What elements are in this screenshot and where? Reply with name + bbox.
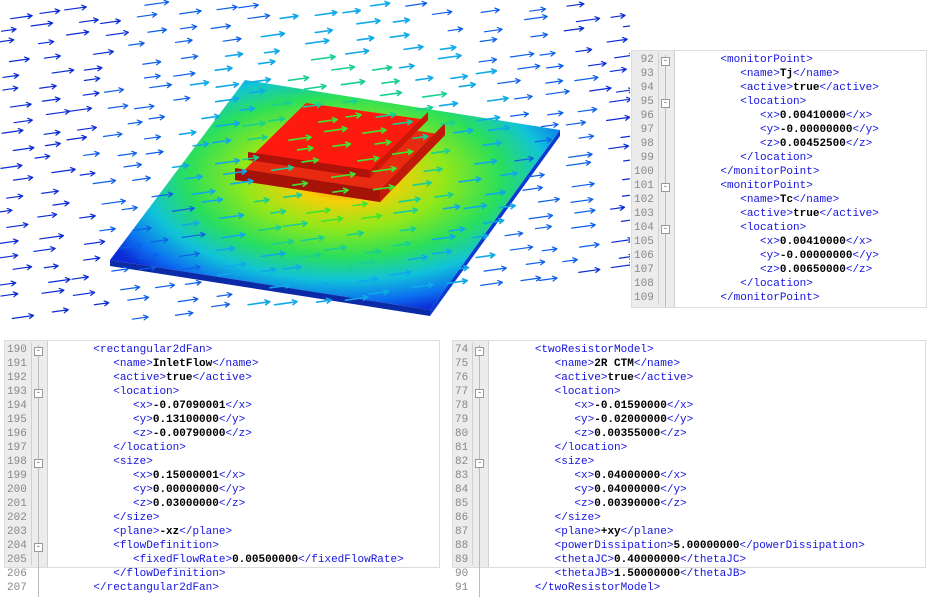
code-panel-two-resistor-model[interactable]: 747576777879808182838485868788899091 ---… <box>452 340 926 568</box>
code-line[interactable]: <y>0.00000000</y> <box>54 483 404 497</box>
code-line[interactable]: <powerDissipation>5.00000000</powerDissi… <box>495 539 865 553</box>
code-line[interactable]: <rectangular2dFan> <box>54 343 404 357</box>
code-line[interactable]: <x>-0.07090001</x> <box>54 399 404 413</box>
code-line[interactable]: <name>Tj</name> <box>681 67 879 81</box>
code-panel-rectangular-fan[interactable]: 1901911921931941951961971981992002012022… <box>4 340 440 568</box>
fold-toggle-icon[interactable]: - <box>34 389 43 398</box>
code-line[interactable]: <monitorPoint> <box>681 179 879 193</box>
code-line[interactable]: <thetaJB>1.50000000</thetaJB> <box>495 567 865 581</box>
code-line[interactable]: <y>-0.02000000</y> <box>495 413 865 427</box>
code-line[interactable]: </location> <box>681 151 879 165</box>
code-panel-monitor-points[interactable]: 9293949596979899100101102103104105106107… <box>631 50 927 308</box>
code-line[interactable]: <active>true</active> <box>495 371 865 385</box>
code-line[interactable]: <active>true</active> <box>681 207 879 221</box>
code-line[interactable]: <flowDefinition> <box>54 539 404 553</box>
code-line[interactable]: <plane>-xz</plane> <box>54 525 404 539</box>
code-line[interactable]: <y>0.13100000</y> <box>54 413 404 427</box>
code-line[interactable]: <fixedFlowRate>0.00500000</fixedFlowRate… <box>54 553 404 567</box>
fold-toggle-icon[interactable]: - <box>34 347 43 356</box>
code-body[interactable]: <rectangular2dFan> <name>InletFlow</name… <box>48 341 410 567</box>
fold-toggle-icon[interactable]: - <box>661 99 670 108</box>
code-line[interactable]: <name>2R CTM</name> <box>495 357 865 371</box>
code-line[interactable]: <z>0.00650000</z> <box>681 263 879 277</box>
simulation-viewport[interactable] <box>0 0 630 330</box>
code-line[interactable]: <active>true</active> <box>681 81 879 95</box>
fold-toggle-icon[interactable]: - <box>661 183 670 192</box>
gutter: 1901911921931941951961971981992002012022… <box>5 341 48 567</box>
code-line[interactable]: </rectangular2dFan> <box>54 581 404 595</box>
code-line[interactable]: <monitorPoint> <box>681 53 879 67</box>
fold-toggle-icon[interactable]: - <box>475 459 484 468</box>
gutter: 9293949596979899100101102103104105106107… <box>632 51 675 307</box>
code-line[interactable]: <x>0.04000000</x> <box>495 469 865 483</box>
code-line[interactable]: <y>-0.00000000</y> <box>681 249 879 263</box>
code-line[interactable]: </monitorPoint> <box>681 291 879 305</box>
code-line[interactable]: <size> <box>495 455 865 469</box>
fold-toggle-icon[interactable]: - <box>475 347 484 356</box>
code-line[interactable]: <x>0.15000001</x> <box>54 469 404 483</box>
code-line[interactable]: <location> <box>681 95 879 109</box>
code-line[interactable]: <y>0.04000000</y> <box>495 483 865 497</box>
code-line[interactable]: <z>0.00452500</z> <box>681 137 879 151</box>
code-line[interactable]: <name>InletFlow</name> <box>54 357 404 371</box>
code-line[interactable]: <location> <box>54 385 404 399</box>
code-line[interactable]: <active>true</active> <box>54 371 404 385</box>
fold-toggle-icon[interactable]: - <box>661 225 670 234</box>
code-line[interactable]: </flowDefinition> <box>54 567 404 581</box>
code-line[interactable]: <plane>+xy</plane> <box>495 525 865 539</box>
fold-toggle-icon[interactable]: - <box>661 57 670 66</box>
code-line[interactable]: <x>0.00410000</x> <box>681 109 879 123</box>
fold-toggle-icon[interactable]: - <box>34 459 43 468</box>
code-line[interactable]: <y>-0.00000000</y> <box>681 123 879 137</box>
fold-toggle-icon[interactable]: - <box>475 389 484 398</box>
code-line[interactable]: </location> <box>681 277 879 291</box>
code-body[interactable]: <monitorPoint> <name>Tj</name> <active>t… <box>675 51 885 307</box>
code-line[interactable]: <z>0.00390000</z> <box>495 497 865 511</box>
gutter: 747576777879808182838485868788899091 --- <box>453 341 489 567</box>
code-line[interactable]: <x>0.00410000</x> <box>681 235 879 249</box>
code-line[interactable]: <location> <box>495 385 865 399</box>
code-line[interactable]: </size> <box>54 511 404 525</box>
simulation-render <box>0 0 630 330</box>
code-line[interactable]: </location> <box>54 441 404 455</box>
code-line[interactable]: <z>-0.00790000</z> <box>54 427 404 441</box>
code-line[interactable]: <name>Tc</name> <box>681 193 879 207</box>
code-line[interactable]: <thetaJC>0.40000000</thetaJC> <box>495 553 865 567</box>
code-line[interactable]: </monitorPoint> <box>681 165 879 179</box>
fold-toggle-icon[interactable]: - <box>34 543 43 552</box>
code-body[interactable]: <twoResistorModel> <name>2R CTM</name> <… <box>489 341 871 567</box>
code-line[interactable]: </location> <box>495 441 865 455</box>
code-line[interactable]: <z>0.03000000</z> <box>54 497 404 511</box>
code-line[interactable]: </twoResistorModel> <box>495 581 865 595</box>
code-line[interactable]: <twoResistorModel> <box>495 343 865 357</box>
code-line[interactable]: </size> <box>495 511 865 525</box>
code-line[interactable]: <location> <box>681 221 879 235</box>
code-line[interactable]: <size> <box>54 455 404 469</box>
code-line[interactable]: <x>-0.01590000</x> <box>495 399 865 413</box>
code-line[interactable]: <z>0.00355000</z> <box>495 427 865 441</box>
